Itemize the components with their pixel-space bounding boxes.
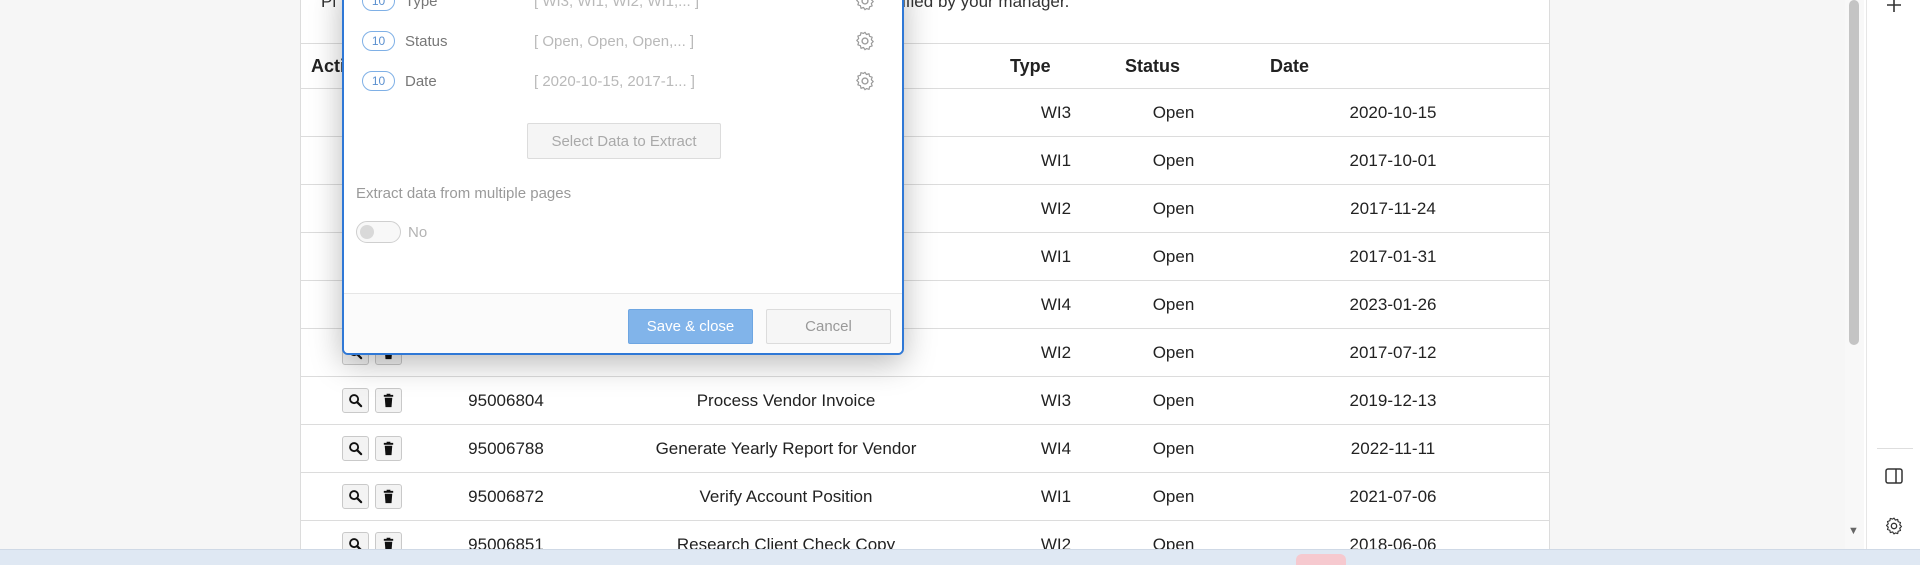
row-actions [301,376,441,425]
header-status[interactable]: Status [1111,43,1236,89]
field-preview: [ WI3, WI1, WI2, WI1,... ] [534,0,700,10]
cell-date: 2017-01-31 [1236,232,1550,281]
vertical-scrollbar[interactable]: ▼ [1845,0,1864,549]
cell-date: 2017-07-12 [1236,328,1550,377]
cell-status: Open [1111,472,1236,521]
cell-type: WI4 [1001,424,1111,473]
field-count-badge: 10 [362,71,395,91]
field-row-status: 10 Status [ Open, Open, Open,... ] [362,26,892,56]
cell-title: Generate Yearly Report for Vendor [571,424,1001,473]
cell-status: Open [1111,88,1236,137]
field-name: Type [405,0,438,10]
cell-title: Verify Account Position [571,472,1001,521]
search-icon[interactable] [342,436,369,461]
field-row-date: 10 Date [ 2020-10-15, 2017-1... ] [362,66,892,96]
field-name: Status [405,32,448,50]
cell-status: Open [1111,520,1236,549]
field-preview: [ Open, Open, Open,... ] [534,32,695,50]
sidebar-divider [1877,448,1913,449]
multi-page-label: Extract data from multiple pages [356,185,572,202]
toggle-state-label: No [408,223,428,241]
extract-data-dialog: 10 Type [ WI3, WI1, WI2, WI1,... ] 10 St… [342,0,904,355]
browser-viewport: Pl specified by your manager. Acti Type S… [0,0,1864,549]
gear-icon[interactable] [854,70,876,92]
field-count-badge: 10 [362,0,395,11]
taskbar-item[interactable] [1296,554,1346,565]
table-row: 95006788 Generate Yearly Report for Vendo… [301,424,1550,473]
table-row: 95006872 Verify Account Position WI1 Open 20… [301,472,1550,521]
cell-status: Open [1111,424,1236,473]
trash-icon[interactable] [375,436,402,461]
cell-id: 95006788 [441,424,571,473]
multi-page-toggle-row: No [356,221,427,243]
toggle-knob [360,225,374,239]
cell-type: WI2 [1001,184,1111,233]
cell-type: WI4 [1001,280,1111,329]
gear-icon[interactable] [1883,515,1905,537]
cancel-button[interactable]: Cancel [766,309,891,344]
row-actions [301,520,441,549]
cell-date: 2023-01-26 [1236,280,1550,329]
row-actions [301,424,441,473]
cell-status: Open [1111,376,1236,425]
save-close-button[interactable]: Save & close [628,309,753,344]
cell-type: WI2 [1001,520,1111,549]
gear-icon[interactable] [854,30,876,52]
trash-icon[interactable] [375,532,402,549]
cell-id: 95006851 [441,520,571,549]
cell-date: 2020-10-15 [1236,88,1550,137]
dialog-footer: Save & close Cancel [344,293,902,353]
scrollbar-thumb[interactable] [1849,0,1859,345]
cell-title: Process Vendor Invoice [571,376,1001,425]
cell-date: 2017-10-01 [1236,136,1550,185]
browser-right-sidebar [1866,0,1920,549]
search-icon[interactable] [342,484,369,509]
cell-id: 95006872 [441,472,571,521]
cell-status: Open [1111,184,1236,233]
table-row: 95006804 Process Vendor Invoice WI3 Open 201… [301,376,1550,425]
cell-date: 2022-11-11 [1236,424,1550,473]
plus-icon[interactable] [1883,0,1905,16]
cell-date: 2018-06-06 [1236,520,1550,549]
field-row-type: 10 Type [ WI3, WI1, WI2, WI1,... ] [362,0,892,16]
cell-date: 2021-07-06 [1236,472,1550,521]
cell-status: Open [1111,136,1236,185]
field-name: Date [405,72,437,90]
trash-icon[interactable] [375,388,402,413]
cell-status: Open [1111,328,1236,377]
table-row: 95006851 Research Client Check Copy WI2 Ope… [301,520,1550,549]
scroll-down-arrow-icon[interactable]: ▼ [1848,525,1859,537]
select-data-button[interactable]: Select Data to Extract [527,123,721,159]
instruction-prefix: Pl [321,0,337,11]
header-date[interactable]: Date [1236,43,1550,89]
search-icon[interactable] [342,532,369,549]
cell-date: 2017-11-24 [1236,184,1550,233]
field-count-badge: 10 [362,31,395,51]
cell-type: WI2 [1001,328,1111,377]
cell-status: Open [1111,232,1236,281]
cell-type: WI1 [1001,136,1111,185]
taskbar [0,549,1920,565]
cell-date: 2019-12-13 [1236,376,1550,425]
cell-type: WI3 [1001,376,1111,425]
row-actions [301,472,441,521]
cell-status: Open [1111,280,1236,329]
search-icon[interactable] [342,388,369,413]
multi-page-toggle[interactable] [356,221,401,243]
cell-type: WI1 [1001,232,1111,281]
trash-icon[interactable] [375,484,402,509]
header-type[interactable]: Type [1001,43,1111,89]
cell-id: 95006804 [441,376,571,425]
cell-title: Research Client Check Copy [571,520,1001,549]
field-preview: [ 2020-10-15, 2017-1... ] [534,72,695,90]
cell-type: WI3 [1001,88,1111,137]
gear-icon[interactable] [854,0,876,12]
sidebar-panel-icon[interactable] [1883,465,1905,487]
cell-type: WI1 [1001,472,1111,521]
